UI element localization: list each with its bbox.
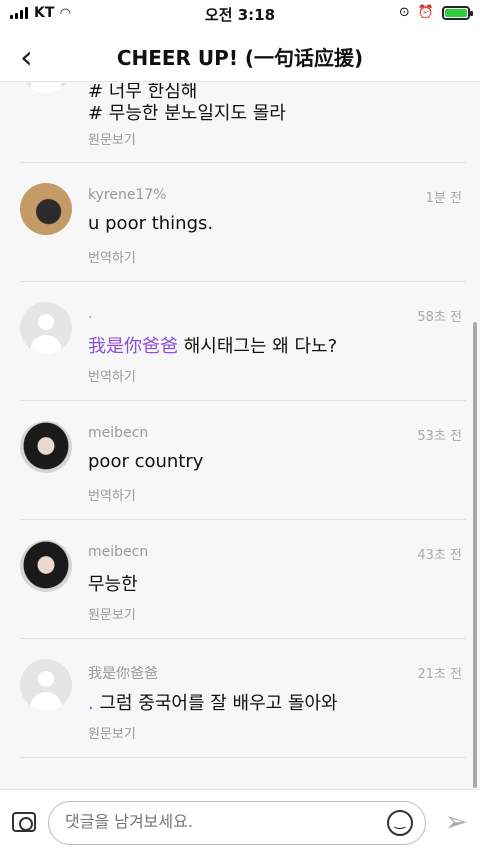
avatar[interactable] — [20, 659, 72, 711]
comment-username[interactable]: meibecn — [88, 544, 148, 560]
translate-link[interactable]: 번역하기 — [88, 485, 136, 504]
avatar[interactable] — [20, 302, 72, 354]
view-original-link[interactable]: 원문보기 — [88, 129, 136, 148]
comment-username[interactable]: . — [88, 306, 92, 322]
avatar[interactable] — [20, 421, 72, 473]
comment-time: 1분 전 — [425, 191, 462, 206]
comment-time: 21초 전 — [417, 667, 462, 682]
view-original-link[interactable]: 원문보기 — [88, 604, 136, 623]
comment-item: kyrene17% 1분 전 u poor things. 번역하기 — [20, 163, 466, 282]
comment-time: 53초 전 — [417, 429, 462, 444]
view-original-link[interactable]: 원문보기 — [88, 723, 136, 742]
comment-item: meibecn 53초 전 poor country 번역하기 — [20, 401, 466, 520]
comment-body: 그럼 중국어를 잘 배우고 돌아와 — [93, 693, 338, 714]
comment-text-line: # 무능한 분노일지도 몰라 — [88, 103, 286, 124]
page-title: CHEER UP! (一句话应援) — [116, 46, 364, 70]
send-icon[interactable]: ➢ — [445, 808, 468, 836]
camera-icon[interactable] — [12, 812, 36, 832]
avatar[interactable] — [20, 83, 72, 93]
translate-link[interactable]: 번역하기 — [88, 366, 136, 385]
comment-text: . 그럼 중국어를 잘 배우고 돌아와 — [88, 689, 338, 715]
comment-username[interactable]: kyrene17% — [88, 187, 167, 203]
alarm-icon: ⏰ — [417, 5, 434, 20]
comment-item: . 58초 전 我是你爸爸 해시태그는 왜 다노? 번역하기 — [20, 282, 466, 401]
comment-list[interactable]: # 너무 한심해 # 무능한 분노일지도 몰라 원문보기 kyrene17% 1… — [0, 83, 480, 789]
comment-time: 58초 전 — [417, 310, 462, 325]
smiley-icon[interactable]: ‿ — [387, 810, 413, 836]
comment-text: poor country — [88, 451, 204, 472]
status-bar: KT ◠ 오전 3:18 ⊙ ⏰ — [0, 0, 480, 28]
comment-text: u poor things. — [88, 213, 214, 234]
comment-text: 我是你爸爸 해시태그는 왜 다노? — [88, 332, 337, 358]
comment-username[interactable]: meibecn — [88, 425, 148, 441]
comment-item: # 너무 한심해 # 무능한 분노일지도 몰라 원문보기 — [20, 83, 466, 163]
comment-item: 我是你爸爸 21초 전 . 그럼 중국어를 잘 배우고 돌아와 원문보기 — [20, 639, 466, 758]
avatar[interactable] — [20, 540, 72, 592]
status-right: ⊙ ⏰ — [398, 5, 473, 20]
comment-input-box[interactable]: ‿ — [48, 801, 426, 845]
translate-link[interactable]: 번역하기 — [88, 247, 136, 266]
comment-text: 무능한 — [88, 574, 138, 595]
battery-icon — [442, 5, 473, 20]
scrollbar[interactable] — [473, 322, 477, 788]
nav-bar: ‹ CHEER UP! (一句话应援) — [0, 28, 480, 82]
rotation-lock-icon: ⊙ — [398, 5, 410, 20]
comment-body: 해시태그는 왜 다노? — [178, 336, 338, 357]
comment-username[interactable]: 我是你爸爸 — [88, 663, 158, 683]
comment-time: 43초 전 — [417, 548, 462, 563]
avatar[interactable] — [20, 183, 72, 235]
comment-input[interactable] — [65, 812, 375, 831]
mention-link[interactable]: 我是你爸爸 — [88, 336, 178, 357]
comment-item: meibecn 43초 전 무능한 원문보기 — [20, 520, 466, 639]
comment-input-bar: ‿ ➢ — [0, 789, 480, 854]
